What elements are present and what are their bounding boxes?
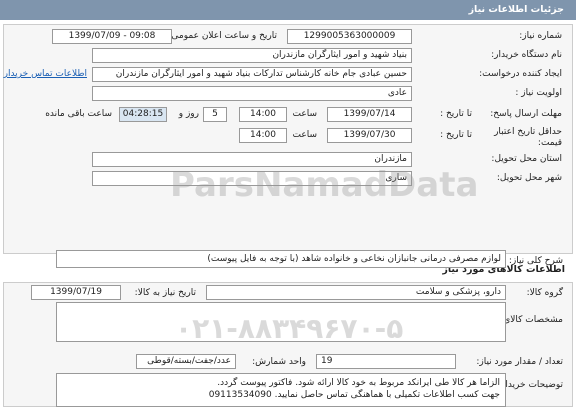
validity-time-label: ساعت: [292, 130, 318, 140]
province-label: استان محل تحویل:: [491, 154, 562, 164]
group-label: گروه کالا:: [526, 288, 563, 298]
province-value: مازندران: [92, 152, 412, 167]
city-label: شهر محل تحویل:: [496, 173, 562, 183]
buyer-label: نام دستگاه خریدار:: [491, 50, 562, 60]
need-date-label: تاریخ نیاز به کالا:: [134, 288, 196, 298]
need-number-label: شماره نیاز:: [519, 31, 562, 41]
announce-label: تاریخ و ساعت اعلان عمومی:: [168, 31, 277, 41]
unit-value: عدد/جفت/بسته/قوطی: [136, 354, 236, 369]
need-number-value: 1299005363000009: [287, 29, 412, 44]
summary-value: لوازم مصرفی درمانی جانبازان نخاعی و خانو…: [56, 250, 506, 268]
announce-value: 1399/07/09 - 09:08: [52, 29, 172, 44]
city-value: ساری: [92, 171, 412, 186]
validity-until-label: تا تاریخ :: [440, 130, 472, 140]
qty-label: تعداد / مقدار مورد نیاز:: [476, 357, 563, 367]
buyer-contact-link[interactable]: اطلاعات تماس خریدار: [4, 69, 87, 79]
priority-label: اولویت نیاز :: [515, 88, 562, 98]
requester-label: ایجاد کننده درخواست:: [479, 69, 562, 79]
validity-time: 14:00: [239, 128, 287, 143]
buyer-notes-line-1: الزاما هر کالا طی ایرانکد مربوط به خود ک…: [217, 378, 500, 388]
buyer-notes-line-2: جهت کسب اطلاعات تکمیلی با هماهنگی تماس ح…: [208, 390, 500, 400]
validity-label-2: قیمت:: [537, 138, 562, 148]
deadline-time: 14:00: [239, 107, 287, 122]
unit-label: واحد شمارش:: [252, 357, 306, 367]
remaining-suffix: ساعت باقی مانده: [45, 109, 112, 119]
deadline-time-label: ساعت: [292, 109, 318, 119]
summary-label: شرح کلی نیاز:: [508, 256, 563, 266]
priority-value: عادی: [92, 86, 412, 101]
days-word: روز و: [178, 109, 199, 119]
need-date-value: 1399/07/19: [31, 285, 121, 300]
validity-date: 1399/07/30: [327, 128, 412, 143]
deadline-label: مهلت ارسال پاسخ:: [490, 109, 562, 119]
requester-value: حسین عبادی جام خانه کارشناس تدارکات بنیا…: [92, 67, 412, 82]
buyer-value: بنیاد شهید و امور ایثارگران مازندران: [92, 48, 412, 63]
page-title: جزئیات اطلاعات نیاز: [468, 4, 564, 15]
need-details-panel: شماره نیاز: 1299005363000009 تاریخ و ساع…: [3, 24, 573, 254]
page-title-bar: جزئیات اطلاعات نیاز: [0, 0, 576, 20]
buyer-notes-label: توضیحات خریدار:: [497, 380, 563, 390]
group-value: دارو، پزشکی و سلامت: [206, 285, 506, 300]
validity-label-1: حداقل تاریخ اعتبار: [494, 127, 562, 137]
specs-area: [56, 302, 506, 342]
remaining-days: 5: [203, 107, 227, 122]
remaining-time: 04:28:15: [119, 107, 167, 122]
qty-value: 19: [316, 354, 456, 369]
buyer-notes-area: الزاما هر کالا طی ایرانکد مربوط به خود ک…: [56, 373, 506, 407]
deadline-until-label: تا تاریخ :: [440, 109, 472, 119]
deadline-date: 1399/07/14: [327, 107, 412, 122]
